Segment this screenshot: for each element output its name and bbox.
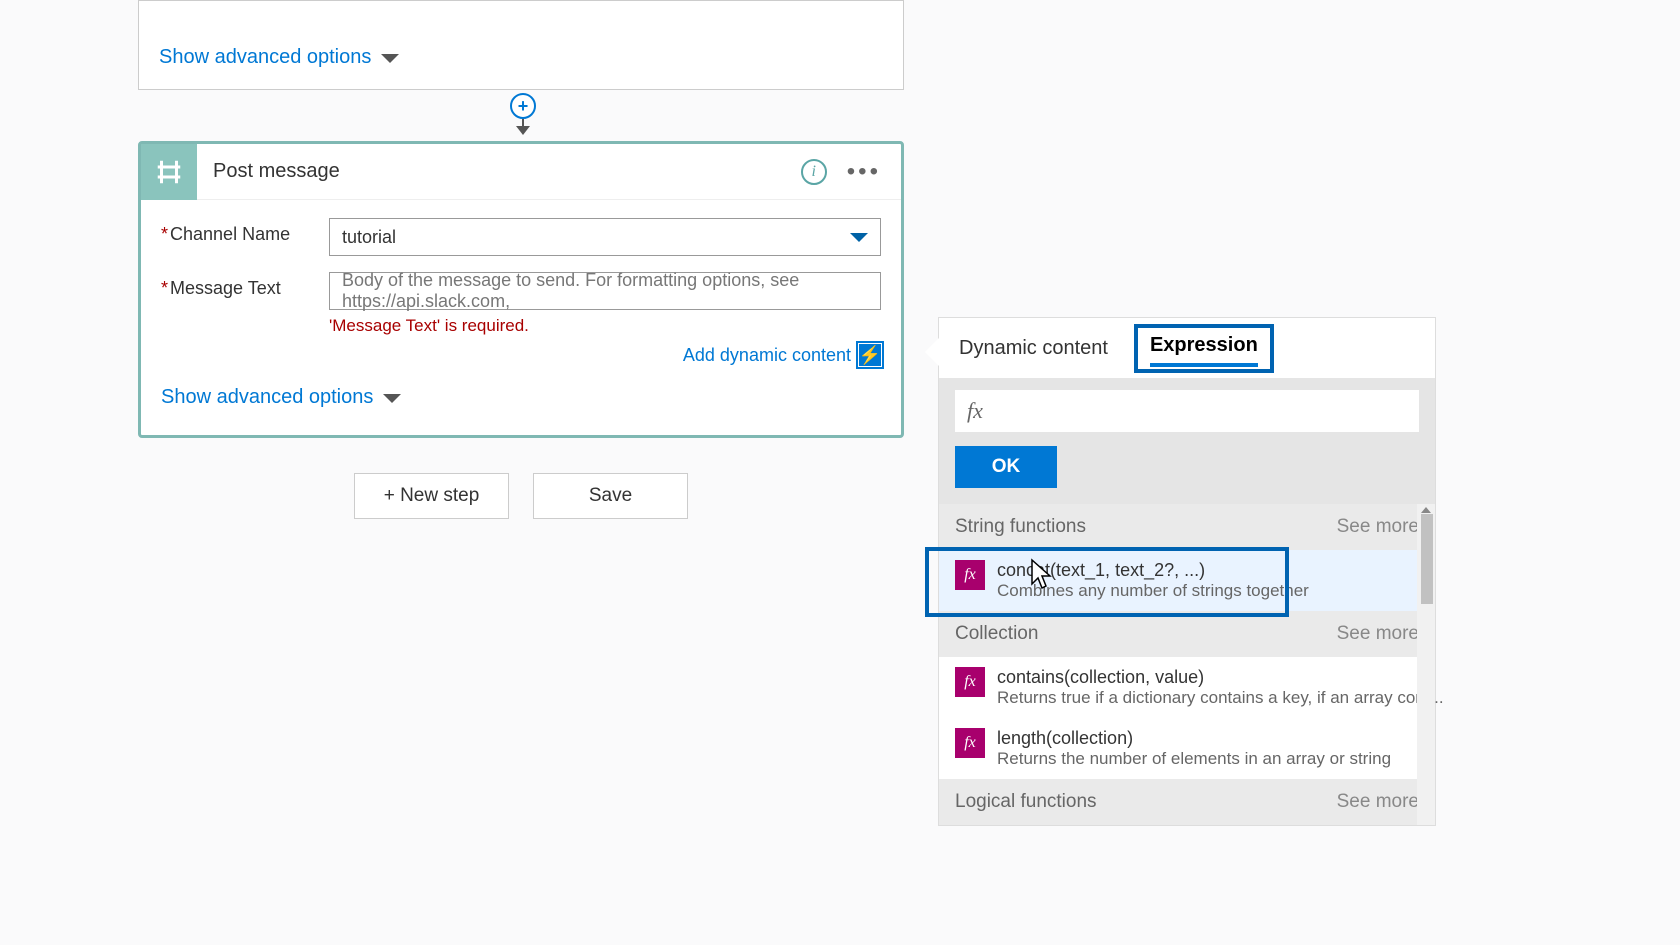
panel-caret [925,338,939,366]
arrow-down-icon [522,119,524,129]
channel-value: tutorial [342,227,396,248]
function-length[interactable]: fx length(collection) Returns the number… [939,718,1435,779]
function-name: concat(text_1, text_2?, ...) [997,560,1419,581]
see-more-link[interactable]: See more [1337,516,1419,538]
lightning-icon: ⚡ [859,344,881,366]
fx-icon: fx [955,728,985,758]
expression-panel: Dynamic content Expression fx OK String … [938,317,1436,826]
expression-input[interactable]: fx [955,390,1419,432]
message-label: *Message Text [161,272,329,299]
function-list: String functions See more fx concat(text… [939,504,1435,825]
show-advanced-label: Show advanced options [161,386,373,409]
add-dynamic-content-link[interactable]: Add dynamic content ⚡ [329,344,881,366]
more-menu-button[interactable]: ••• [847,158,881,186]
category-collection: Collection See more [939,611,1435,657]
channel-label: *Channel Name [161,218,329,245]
connector: + [514,90,532,145]
add-dynamic-label: Add dynamic content [683,345,851,366]
panel-tabs: Dynamic content Expression [939,318,1435,378]
channel-select[interactable]: tutorial [329,218,881,256]
message-row: *Message Text Body of the message to sen… [161,272,881,366]
fx-icon: fx [955,667,985,697]
info-icon[interactable]: i [801,159,827,185]
tab-underline [1150,363,1258,367]
show-advanced-options-link[interactable]: Show advanced options [161,386,881,409]
add-step-between-button[interactable]: + [510,93,536,119]
card-title: Post message [197,160,801,183]
function-desc: Returns true if a dictionary contains a … [997,688,1444,708]
chevron-down-icon [383,394,401,403]
slack-icon [141,144,197,200]
category-string: String functions See more [939,504,1435,550]
ok-button[interactable]: OK [955,446,1057,488]
scrollbar-thumb[interactable] [1421,514,1433,604]
card-body: *Channel Name tutorial *Message Text Bod… [141,200,901,435]
see-more-link[interactable]: See more [1337,623,1419,645]
message-text-input[interactable]: Body of the message to send. For formatt… [329,272,881,310]
function-name: length(collection) [997,728,1419,749]
category-logical: Logical functions See more [939,779,1435,825]
fx-icon: fx [967,398,983,424]
function-name: contains(collection, value) [997,667,1444,688]
function-concat[interactable]: fx concat(text_1, text_2?, ...) Combines… [939,550,1435,611]
channel-row: *Channel Name tutorial [161,218,881,256]
card-header[interactable]: Post message i ••• [141,144,901,200]
show-advanced-options-link[interactable]: Show advanced options [159,46,399,69]
panel-content: fx OK [939,378,1435,504]
dynamic-content-tab[interactable]: Dynamic content [955,331,1112,366]
new-step-button[interactable]: + New step [354,473,509,519]
scroll-up-icon [1421,507,1431,513]
function-desc: Returns the number of elements in an arr… [997,749,1419,769]
chevron-down-icon [381,54,399,63]
function-desc: Combines any number of strings together [997,581,1419,601]
message-error: 'Message Text' is required. [329,316,881,336]
scrollbar-track[interactable] [1417,504,1435,825]
previous-action-card: Show advanced options [138,0,904,90]
expression-tab-highlighted[interactable]: Expression [1134,324,1274,373]
function-contains[interactable]: fx contains(collection, value) Returns t… [939,657,1435,718]
see-more-link[interactable]: See more [1337,791,1419,813]
chevron-down-icon [850,233,868,242]
post-message-card: Post message i ••• *Channel Name tutoria… [138,141,904,438]
action-buttons: + New step Save [138,473,904,519]
message-placeholder: Body of the message to send. For formatt… [342,270,868,312]
show-advanced-label: Show advanced options [159,46,371,69]
save-button[interactable]: Save [533,473,688,519]
fx-icon: fx [955,560,985,590]
